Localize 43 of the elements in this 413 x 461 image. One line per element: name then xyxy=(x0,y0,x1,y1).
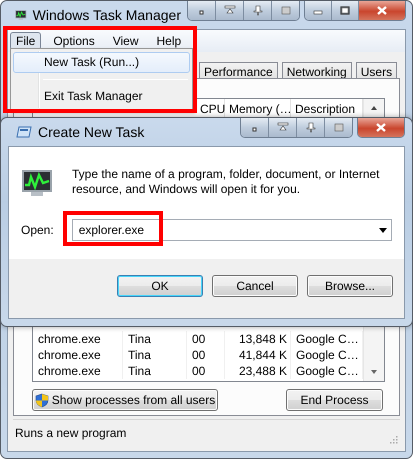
table-cell: 13,848 K xyxy=(225,331,291,347)
monitor-graph-icon xyxy=(21,167,53,199)
table-cell: Tina xyxy=(123,363,187,379)
window-title: Windows Task Manager xyxy=(32,7,181,23)
menu-item[interactable]: Help xyxy=(150,32,188,50)
menu-entry[interactable]: Exit Task Manager xyxy=(13,86,190,107)
pin-icon[interactable] xyxy=(250,4,264,17)
dropdown-caret-icon[interactable] xyxy=(379,228,387,233)
tab[interactable]: Networking xyxy=(282,62,352,78)
table-cell: chrome.exe xyxy=(33,363,123,379)
dialog-title: Create New Task xyxy=(38,124,144,140)
open-combo-field[interactable]: explorer.exe xyxy=(72,219,392,241)
table-cell: chrome.exe xyxy=(33,347,123,363)
pin-icon[interactable] xyxy=(304,121,318,134)
shield-icon xyxy=(34,392,49,408)
status-text: Runs a new program xyxy=(15,426,126,440)
menu-item[interactable]: Options xyxy=(47,32,101,50)
open-label: Open: xyxy=(21,223,54,237)
size-grip-icon[interactable] xyxy=(388,434,398,444)
close-icon[interactable] xyxy=(374,121,388,134)
table-cell: 41,844 K xyxy=(225,347,291,363)
close-icon[interactable] xyxy=(375,4,389,17)
table-cell: 23,488 K xyxy=(225,363,291,379)
maximize-icon[interactable] xyxy=(338,4,352,17)
tab[interactable]: Performance xyxy=(199,62,278,78)
checker-icon[interactable] xyxy=(278,4,292,17)
show-all-processes-button[interactable]: Show processes from all users xyxy=(32,389,218,411)
run-icon xyxy=(16,126,32,138)
menu-item[interactable]: View xyxy=(106,32,144,50)
dialog-button[interactable]: Cancel xyxy=(212,274,298,296)
table-cell: 00 xyxy=(187,347,225,363)
instruction-text: Type the name of a program, folder, document, or Internet resource, and Windows will open it for you. xyxy=(72,167,381,198)
table-cell: Tina xyxy=(123,347,187,363)
tab[interactable]: Users xyxy=(356,62,398,78)
end-process-button[interactable]: End Process xyxy=(286,389,383,411)
checker-icon[interactable] xyxy=(332,121,346,134)
table-cell: 00 xyxy=(187,363,225,379)
table-cell: 00 xyxy=(187,331,225,347)
table-cell: chrome.exe xyxy=(33,331,123,347)
menu-entry[interactable]: New Task (Run...) xyxy=(13,52,190,73)
dialog-button[interactable]: OK xyxy=(117,274,203,296)
dialog-button[interactable]: Browse... xyxy=(307,274,393,296)
table-cell: Tina xyxy=(123,331,187,347)
